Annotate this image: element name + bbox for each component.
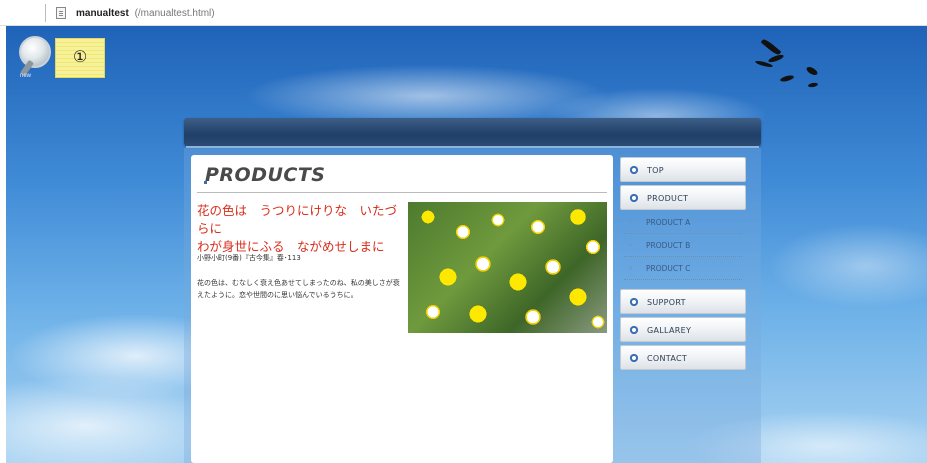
poem-description: 花の色は、むなしく衰え色あせてしまったのね、私の美しさが衰えたように。恋や世間の… (197, 279, 400, 299)
side-navigation: TOP PRODUCT » PRODUCT A » PRODUCT B » PR… (620, 155, 754, 463)
arrow-icon: » (628, 217, 633, 226)
nav-item-contact[interactable]: CONTACT (620, 345, 746, 370)
subnav-item-product-b[interactable]: » PRODUCT B (624, 234, 742, 257)
poem: 花の色は うつりにけりな いたづらに わが身世にふる ながめせしまに (197, 202, 407, 256)
magnifier-label: new (20, 73, 32, 79)
subnav-item-product-c[interactable]: » PRODUCT C (624, 257, 742, 280)
document-icon (56, 7, 66, 19)
subnav-item-label: PRODUCT C (646, 264, 691, 273)
nav-item-product[interactable]: PRODUCT (620, 185, 746, 210)
bullet-icon (630, 326, 638, 334)
title-bar: manualtest (/manualtest.html) (0, 0, 927, 26)
nav-item-support[interactable]: SUPPORT (620, 289, 746, 314)
window-title: manualtest (/manualtest.html) (76, 8, 215, 19)
poem-line-1: 花の色は うつりにけりな いたづらに (197, 203, 398, 236)
subnav-item-label: PRODUCT B (646, 241, 691, 250)
bullet-icon (630, 354, 638, 362)
flower-photo (408, 202, 607, 333)
nav-item-top[interactable]: TOP (620, 157, 746, 182)
bullet-icon (630, 194, 638, 202)
nav-item-label: SUPPORT (647, 298, 686, 307)
arrow-icon: » (628, 240, 633, 249)
heading-rule (197, 192, 607, 193)
nav-item-label: GALLAREY (647, 326, 692, 335)
sticky-note[interactable]: ① (55, 38, 105, 78)
bullet-icon (630, 166, 638, 174)
header-banner (184, 118, 761, 146)
subnav-item-label: PRODUCT A (646, 218, 691, 227)
bullet-icon (630, 298, 638, 306)
toolbar-separator (45, 4, 46, 22)
magnifier-icon[interactable]: new (16, 36, 54, 82)
note-number: ① (72, 47, 88, 66)
magnifier-lens (19, 36, 51, 68)
nav-item-label: PRODUCT (647, 194, 689, 203)
page-title: manualtest (76, 8, 129, 19)
nav-item-gallarey[interactable]: GALLAREY (620, 317, 746, 342)
poem-author: 小野小町(9番)『古今集』春･113 (197, 254, 301, 262)
nav-item-label: CONTACT (647, 354, 688, 363)
main-content: PRODUCTS 花の色は うつりにけりな いたづらに わが身世にふる ながめせ… (191, 155, 613, 463)
arrow-icon: » (628, 263, 633, 272)
page-heading: PRODUCTS (205, 164, 326, 186)
subnav-item-product-a[interactable]: » PRODUCT A (624, 211, 742, 234)
nav-item-label: TOP (647, 166, 664, 175)
birds-decoration (750, 37, 830, 93)
page-path: (/manualtest.html) (134, 8, 215, 19)
